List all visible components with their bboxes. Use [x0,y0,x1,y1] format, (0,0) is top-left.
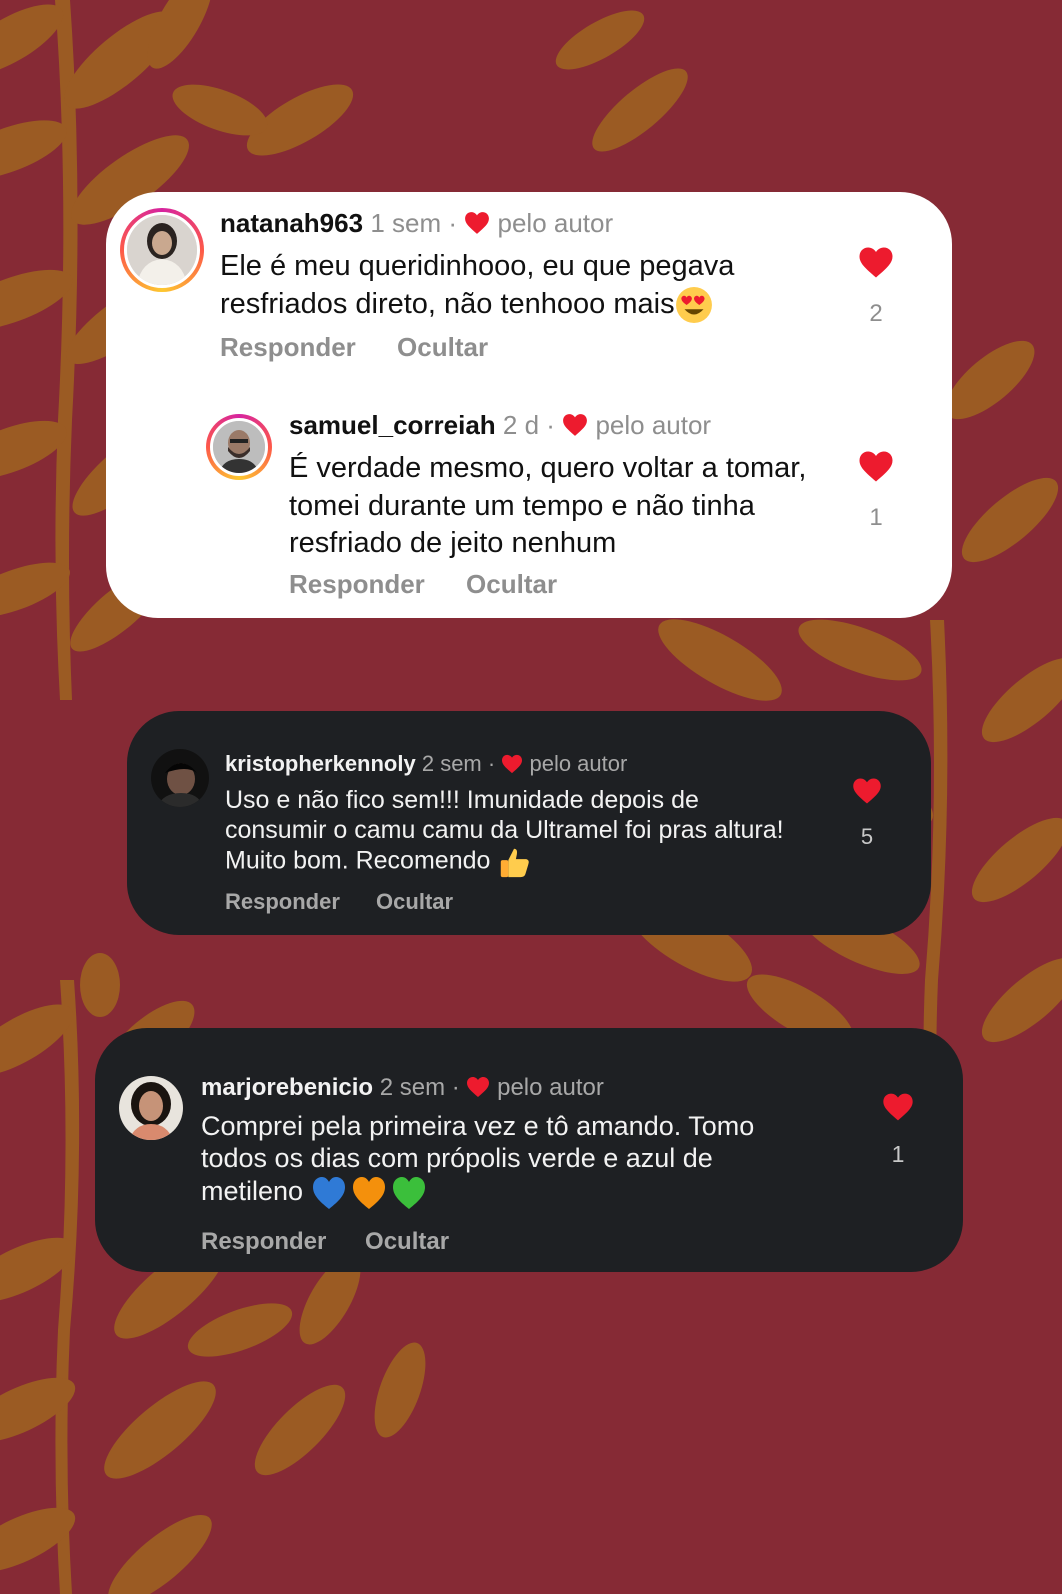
username[interactable]: marjorebenicio [201,1074,373,1101]
like-count: 5 [860,824,874,849]
separator: · [546,410,555,440]
heart-icon [465,212,490,234]
heart-icon [467,1077,490,1097]
author-like-label: pelo autor [529,751,628,776]
like-control: 1 [875,1092,921,1168]
hide-button[interactable]: Ocultar [365,1228,449,1256]
separator: · [451,1074,460,1101]
like-count: 2 [869,300,883,327]
profile-photo-icon [127,215,197,285]
avatar[interactable] [119,1076,183,1140]
timestamp: 2 sem [421,751,482,776]
like-heart-icon[interactable] [852,777,882,805]
comment-actions: Responder Ocultar [289,569,557,600]
comment-actions: Responder Ocultar [220,332,488,363]
comment-meta: marjorebenicio 2 sem · pelo autor [201,1074,604,1102]
comment-meta: kristopherkennoly 2 sem · pelo autor [225,751,627,777]
heart-eyes-emoji [675,287,712,323]
timestamp: 1 sem [370,208,442,238]
reply-button[interactable]: Responder [225,889,340,915]
like-count: 1 [891,1141,905,1167]
username[interactable]: natanah963 [220,208,363,238]
author-like-label: pelo autor [497,208,614,238]
reply-button[interactable]: Responder [201,1228,326,1256]
separator: · [448,208,458,238]
username[interactable]: kristopherkennoly [225,751,416,776]
comment-meta: natanah963 1 sem · pelo autor [220,208,613,239]
thumbs-up-emoji [501,848,530,878]
comment-text: Ele é meu queridinhooo, eu que pegava re… [220,248,820,324]
profile-photo-icon [213,421,265,473]
comment-actions: Responder Ocultar [225,889,453,915]
comment-thread-card: natanah963 1 sem · pelo autor Ele é meu … [106,192,952,618]
comment-meta: samuel_correiah 2 d · pelo autor [289,410,711,441]
hide-button[interactable]: Ocultar [466,569,557,600]
heart-icon [563,414,588,436]
timestamp: 2 sem [379,1074,446,1101]
blue-orange-green-hearts-emoji [312,1176,425,1209]
profile-photo-icon [151,749,209,807]
comment-text: Comprei pela primeira vez e tô amando. T… [201,1110,821,1211]
like-control: 2 [846,246,906,328]
comment-text: É verdade mesmo, quero voltar a tomar, t… [289,452,807,560]
comment-actions: Responder Ocultar [201,1228,449,1256]
reply-button[interactable]: Responder [289,569,425,600]
avatar[interactable] [151,749,209,807]
reply-button[interactable]: Responder [220,332,356,363]
like-control: 5 [845,777,889,850]
heart-icon [502,754,523,774]
like-count: 1 [869,504,883,531]
comment-text: Uso e não fico sem!!! Imunidade depois d… [225,785,785,879]
hide-button[interactable]: Ocultar [376,889,453,915]
author-like-label: pelo autor [595,410,712,440]
author-like-label: pelo autor [497,1074,604,1101]
timestamp: 2 d [502,410,540,440]
hide-button[interactable]: Ocultar [397,332,488,363]
comment-card: kristopherkennoly 2 sem · pelo autor Uso… [127,711,931,935]
avatar[interactable] [120,208,204,292]
username[interactable]: samuel_correiah [289,410,496,440]
profile-photo-icon [119,1076,183,1140]
comment-card: marjorebenicio 2 sem · pelo autor Compre… [95,1028,963,1272]
like-heart-icon[interactable] [858,450,894,483]
avatar[interactable] [206,414,272,480]
like-control: 1 [846,450,906,532]
separator: · [487,751,496,776]
like-heart-icon[interactable] [858,246,894,279]
like-heart-icon[interactable] [882,1092,914,1122]
